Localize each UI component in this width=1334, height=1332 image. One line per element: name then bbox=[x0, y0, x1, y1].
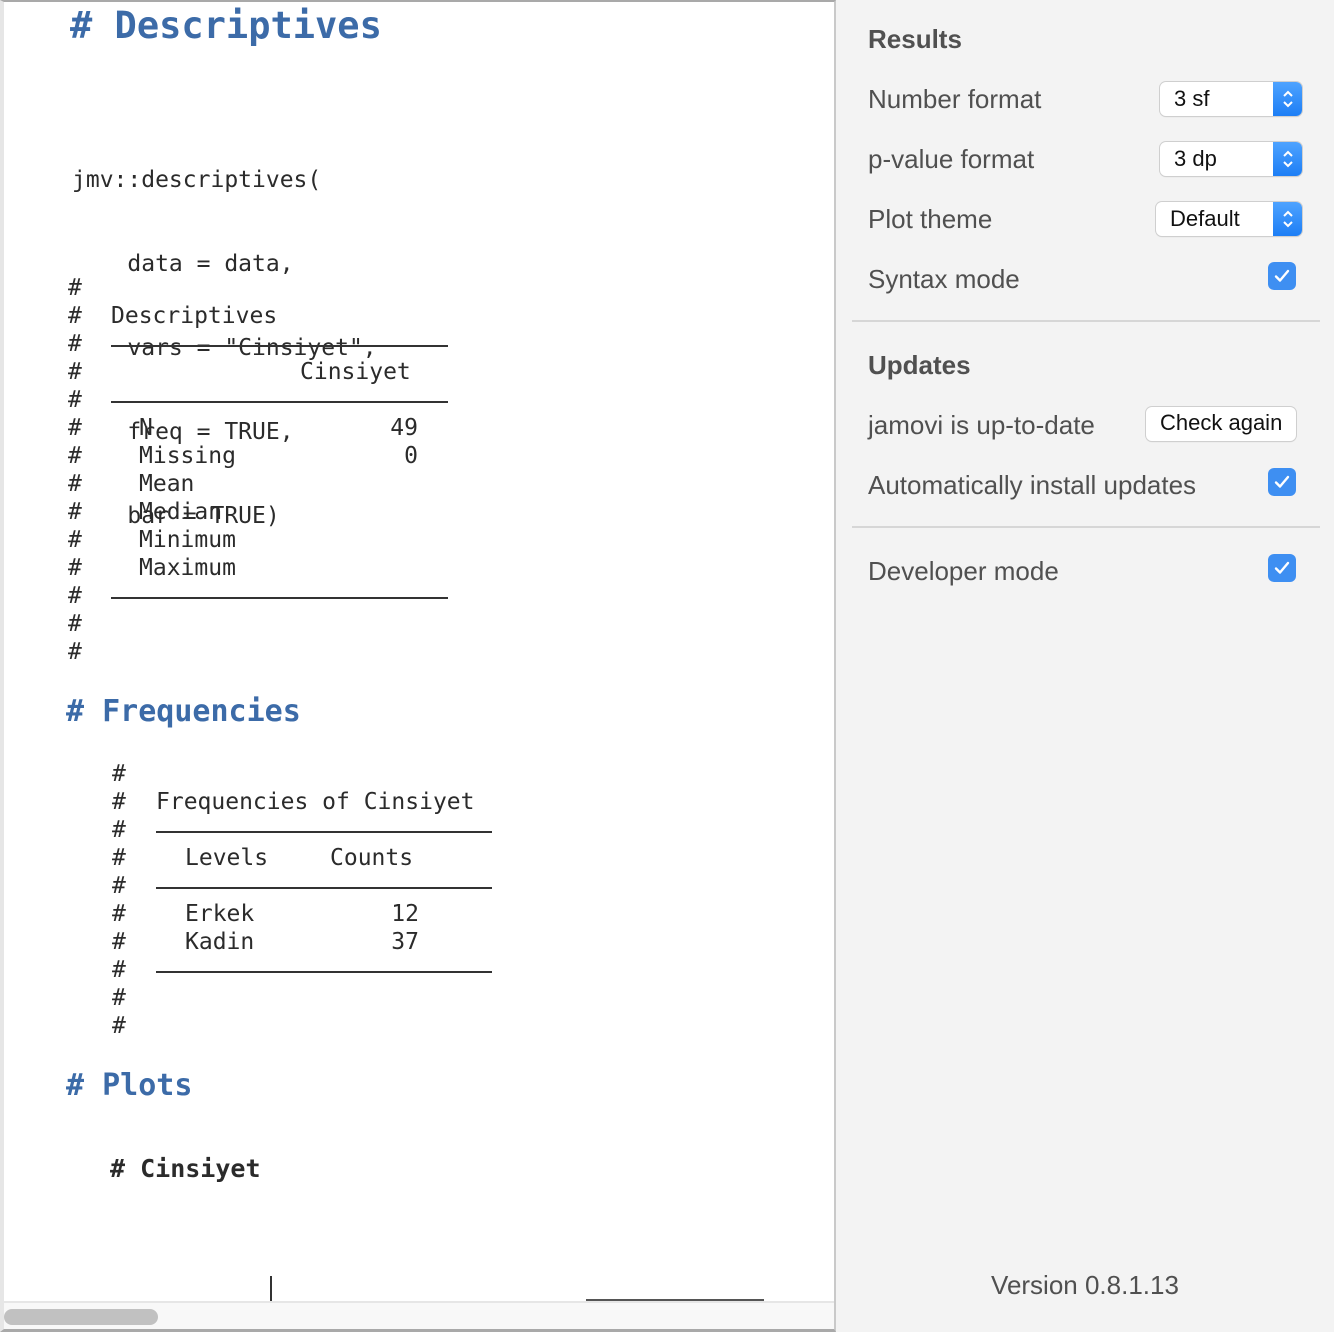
comment-hash: # bbox=[68, 443, 82, 469]
select-value: Default bbox=[1170, 206, 1240, 231]
row-label: Median bbox=[139, 499, 223, 525]
select-value: 3 sf bbox=[1174, 86, 1210, 111]
row-label: N bbox=[139, 415, 153, 441]
row-count: 37 bbox=[391, 929, 419, 955]
plot-theme-label: Plot theme bbox=[868, 204, 993, 234]
comment-hash: # bbox=[112, 761, 126, 787]
section-divider bbox=[852, 526, 1320, 528]
developer-mode-label: Developer mode bbox=[868, 556, 1059, 586]
row-value: 49 bbox=[390, 415, 418, 441]
frequencies-table: # # Frequencies of Cinsiyet # # Levels Coun… bbox=[112, 760, 512, 1050]
comment-hash: # bbox=[68, 583, 82, 609]
column-header-counts: Counts bbox=[330, 845, 414, 871]
updown-chevron-icon bbox=[1273, 202, 1302, 236]
select-value: 3 dp bbox=[1174, 146, 1217, 171]
comment-hash: # bbox=[68, 387, 82, 413]
row-label: Mean bbox=[139, 471, 195, 497]
comment-hash: # bbox=[68, 331, 82, 357]
developer-mode-checkbox[interactable] bbox=[1268, 554, 1296, 582]
code-line: jmv::descriptives( bbox=[72, 167, 322, 193]
pvalue-format-label: p-value format bbox=[868, 144, 1035, 174]
comment-hash: # bbox=[112, 1013, 126, 1039]
check-again-button[interactable]: Check again bbox=[1146, 407, 1297, 441]
number-format-select[interactable]: 3 sf bbox=[1160, 82, 1302, 116]
comment-hash: # bbox=[68, 415, 82, 441]
comment-hash: # bbox=[68, 611, 82, 637]
comment-hash: # bbox=[112, 789, 126, 815]
auto-install-checkbox[interactable] bbox=[1268, 468, 1296, 496]
row-value: 0 bbox=[404, 443, 418, 469]
section-divider bbox=[852, 320, 1320, 322]
version-label: Version 0.8.1.13 bbox=[991, 1270, 1179, 1300]
comment-hash: # bbox=[112, 985, 126, 1011]
table-title: Descriptives bbox=[111, 303, 278, 329]
plot-axis-line bbox=[270, 1276, 272, 1302]
frequencies-heading: # Frequencies bbox=[66, 694, 301, 729]
updown-chevron-icon bbox=[1273, 82, 1302, 116]
comment-hash: # bbox=[68, 499, 82, 525]
row-count: 12 bbox=[391, 901, 419, 927]
comment-hash: # bbox=[68, 639, 82, 665]
comment-hash: # bbox=[68, 359, 82, 385]
checkmark-icon bbox=[1274, 561, 1290, 574]
plots-heading: # Plots bbox=[66, 1068, 193, 1103]
number-format-label: Number format bbox=[868, 84, 1042, 114]
row-label: Minimum bbox=[139, 527, 236, 553]
table-title: Frequencies of Cinsiyet bbox=[156, 789, 475, 815]
results-section-title: Results bbox=[868, 24, 962, 54]
update-status-text: jamovi is up-to-date bbox=[868, 410, 1095, 440]
comment-hash: # bbox=[68, 303, 82, 329]
pvalue-format-select[interactable]: 3 dp bbox=[1160, 142, 1302, 176]
comment-hash: # bbox=[68, 527, 82, 553]
scrollbar-thumb[interactable] bbox=[4, 1309, 158, 1325]
table-rule bbox=[156, 887, 492, 889]
settings-pane: Results Number format 3 sf p-value forma… bbox=[836, 0, 1334, 1332]
column-header-levels: Levels bbox=[185, 845, 269, 871]
comment-hash: # bbox=[68, 471, 82, 497]
comment-hash: # bbox=[112, 901, 126, 927]
table-rule bbox=[111, 597, 448, 599]
syntax-mode-checkbox[interactable] bbox=[1268, 262, 1296, 290]
descriptives-table: # # Descriptives # # Cinsiyet # # N 49 # Miss… bbox=[68, 274, 468, 674]
plot-theme-select[interactable]: Default bbox=[1156, 202, 1302, 236]
column-header: Cinsiyet bbox=[300, 359, 411, 385]
horizontal-scrollbar[interactable] bbox=[4, 1301, 834, 1329]
updates-section-title: Updates bbox=[868, 350, 971, 380]
results-pane: # Descriptives jmv::descriptives( data =… bbox=[0, 0, 836, 1332]
auto-install-label: Automatically install updates bbox=[868, 470, 1197, 500]
row-level: Erkek bbox=[185, 901, 255, 927]
row-label: Missing bbox=[139, 443, 236, 469]
table-rule bbox=[156, 831, 492, 833]
comment-hash: # bbox=[112, 957, 126, 983]
table-rule bbox=[156, 971, 492, 973]
comment-hash: # bbox=[68, 275, 82, 301]
plot-subheading: # Cinsiyet bbox=[110, 1154, 261, 1183]
comment-hash: # bbox=[112, 845, 126, 871]
comment-hash: # bbox=[112, 873, 126, 899]
row-level: Kadin bbox=[185, 929, 255, 955]
syntax-mode-label: Syntax mode bbox=[868, 264, 1020, 294]
descriptives-heading: # Descriptives bbox=[70, 4, 382, 47]
table-rule bbox=[111, 345, 448, 347]
comment-hash: # bbox=[68, 555, 82, 581]
comment-hash: # bbox=[112, 929, 126, 955]
checkmark-icon bbox=[1274, 475, 1290, 488]
updown-chevron-icon bbox=[1273, 142, 1302, 176]
comment-hash: # bbox=[112, 817, 126, 843]
table-rule bbox=[111, 401, 448, 403]
row-label: Maximum bbox=[139, 555, 236, 581]
checkmark-icon bbox=[1274, 269, 1290, 282]
